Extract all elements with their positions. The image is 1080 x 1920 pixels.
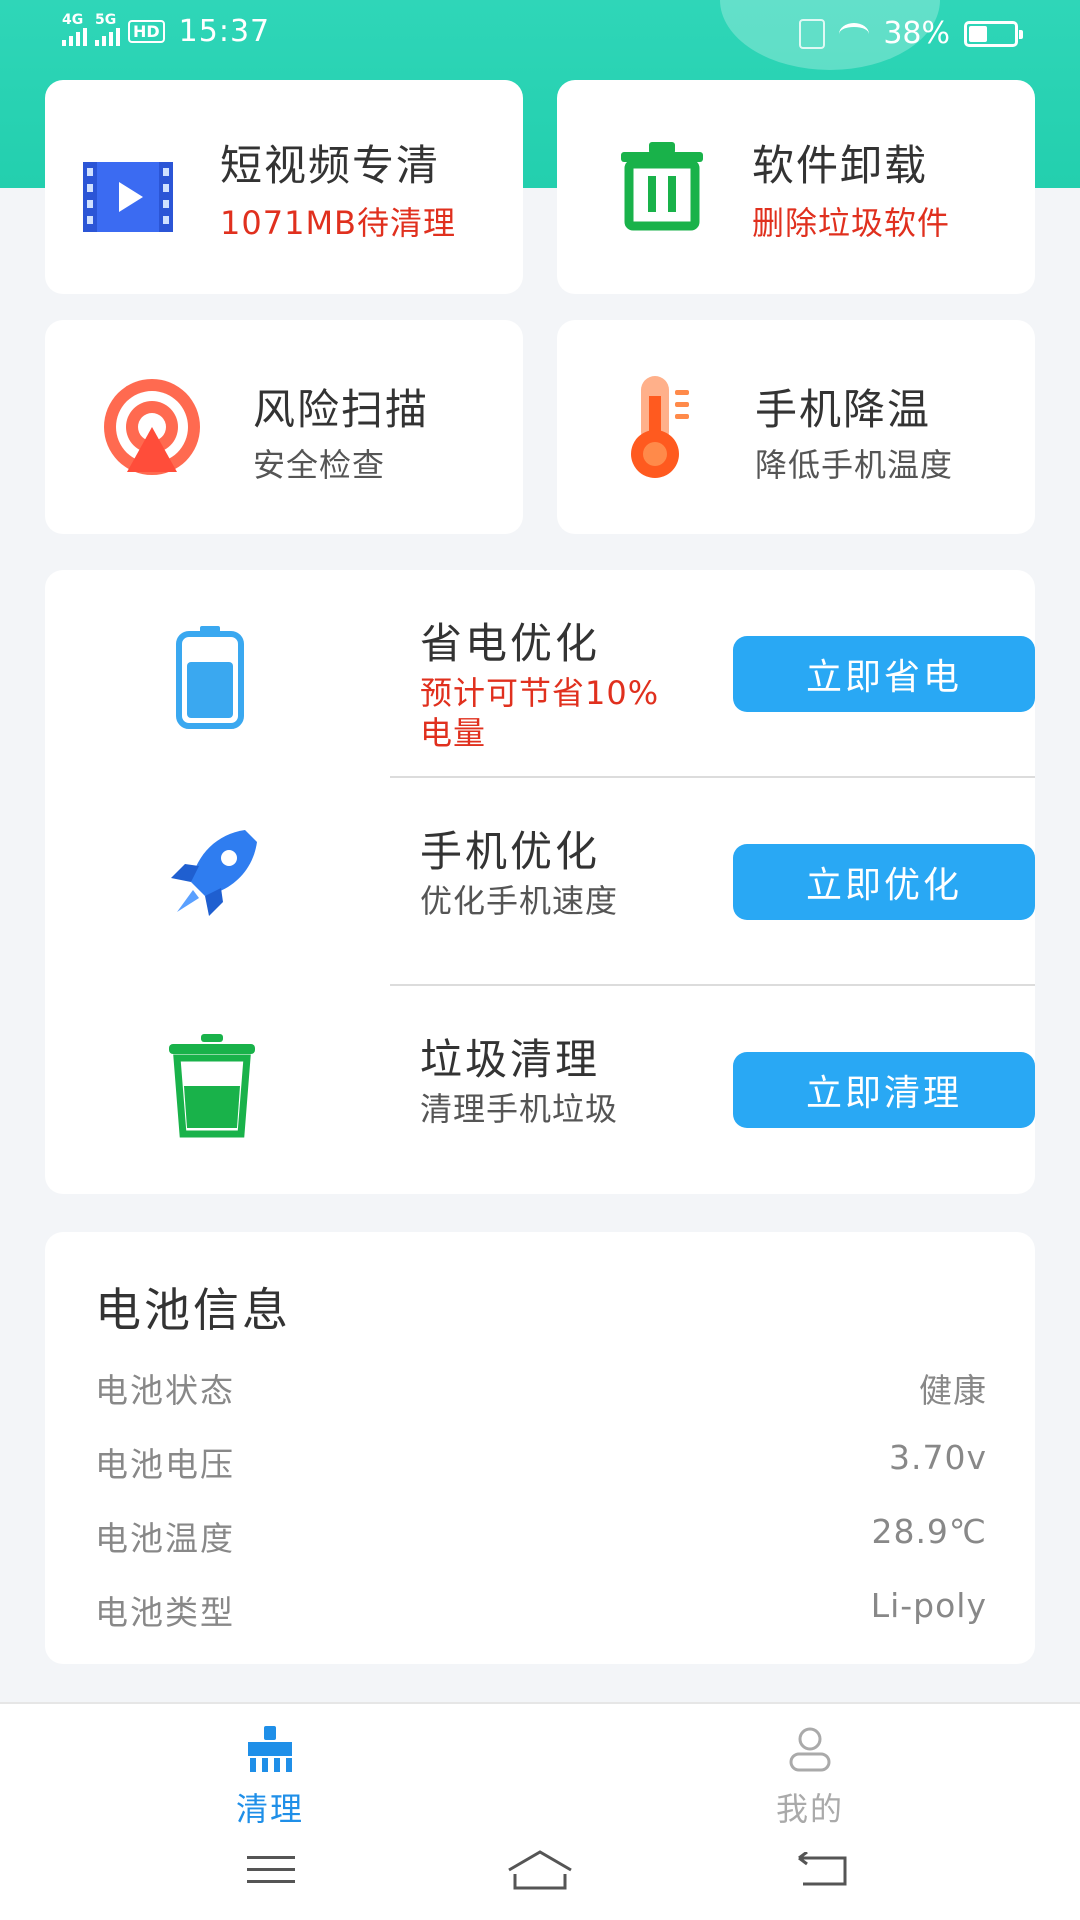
tile-short-video-clean[interactable]: 短视频专清 1071MB待清理 (45, 80, 523, 294)
row-title: 省电优化 (420, 619, 601, 668)
status-time: 15:37 (178, 14, 271, 49)
trash-icon (621, 142, 703, 231)
nav-mine[interactable]: 我的 (730, 1726, 890, 1830)
nav-label: 清理 (235, 1790, 304, 1828)
bin-icon (169, 1034, 255, 1138)
thermometer-icon (631, 376, 689, 478)
row-subtitle: 清理手机垃圾 (420, 1090, 619, 1128)
menu-icon[interactable] (245, 1852, 297, 1888)
bottom-nav: 清理 我的 (0, 1702, 1080, 1920)
back-icon[interactable] (795, 1852, 851, 1888)
tile-risk-scan[interactable]: 风险扫描 安全检查 (45, 320, 523, 534)
tile-subtitle: 1071MB待清理 (220, 204, 457, 242)
optimization-card: 省电优化 预计可节省10% 电量 立即省电 手机优化 优化手机速度 立即优化 垃… (45, 570, 1035, 1194)
info-value: 3.70v (888, 1438, 987, 1477)
clean-junk-button[interactable]: 立即清理 (733, 1052, 1035, 1128)
info-label: 电池类型 (95, 1593, 235, 1632)
divider (390, 984, 1035, 986)
tile-title: 短视频专清 (220, 141, 441, 190)
battery-percent: 38% (883, 16, 950, 51)
info-row-status: 电池状态 健康 (95, 1364, 987, 1414)
tile-title: 软件卸载 (752, 141, 929, 190)
info-value: Li-poly (870, 1586, 987, 1625)
info-label: 电池电压 (95, 1445, 235, 1484)
battery-info-title: 电池信息 (95, 1283, 291, 1337)
tile-phone-cooling[interactable]: 手机降温 降低手机温度 (557, 320, 1035, 534)
video-icon (83, 162, 173, 232)
user-icon (789, 1727, 831, 1772)
tile-subtitle: 安全检查 (253, 446, 386, 484)
tile-app-uninstall[interactable]: 软件卸载 删除垃圾软件 (557, 80, 1035, 294)
row-subtitle: 优化手机速度 (420, 882, 619, 920)
info-row-temperature: 电池温度 28.9℃ (95, 1512, 987, 1562)
system-nav-bar (0, 1844, 1080, 1904)
signal-5g-icon: 5G (95, 12, 120, 46)
battery-info-card: 电池信息 电池状态 健康 电池电压 3.70v 电池温度 28.9℃ 电池类型 … (45, 1232, 1035, 1664)
row-title: 垃圾清理 (420, 1035, 601, 1084)
tile-title: 风险扫描 (253, 385, 430, 434)
status-battery-icon (964, 20, 1023, 47)
info-label: 电池温度 (95, 1519, 235, 1558)
info-label: 电池状态 (95, 1371, 235, 1410)
hd-badge: HD (128, 20, 165, 43)
info-value: 28.9℃ (871, 1512, 987, 1551)
row-subtitle-line2: 电量 (420, 714, 487, 752)
rocket-icon (171, 830, 257, 916)
tile-subtitle: 降低手机温度 (755, 446, 954, 484)
home-icon[interactable] (505, 1848, 575, 1892)
nav-label: 我的 (775, 1790, 844, 1828)
status-bar: 4G 5G HD 15:37 38% (0, 0, 1080, 66)
tile-subtitle: 删除垃圾软件 (752, 204, 951, 242)
battery-icon (176, 626, 244, 729)
broom-icon (248, 1726, 292, 1772)
signal-4g-icon: 4G (62, 12, 87, 46)
info-value: 健康 (919, 1371, 987, 1410)
nav-clean[interactable]: 清理 (190, 1726, 350, 1830)
optimize-phone-button[interactable]: 立即优化 (733, 844, 1035, 920)
vibrate-icon (799, 18, 826, 49)
info-row-type: 电池类型 Li-poly (95, 1586, 987, 1636)
divider (390, 776, 1035, 778)
save-power-button[interactable]: 立即省电 (733, 636, 1035, 712)
info-row-voltage: 电池电压 3.70v (95, 1438, 987, 1488)
row-title: 手机优化 (420, 827, 601, 876)
wifi-icon (839, 22, 870, 45)
tile-title: 手机降温 (755, 385, 932, 434)
radar-icon (104, 379, 200, 475)
